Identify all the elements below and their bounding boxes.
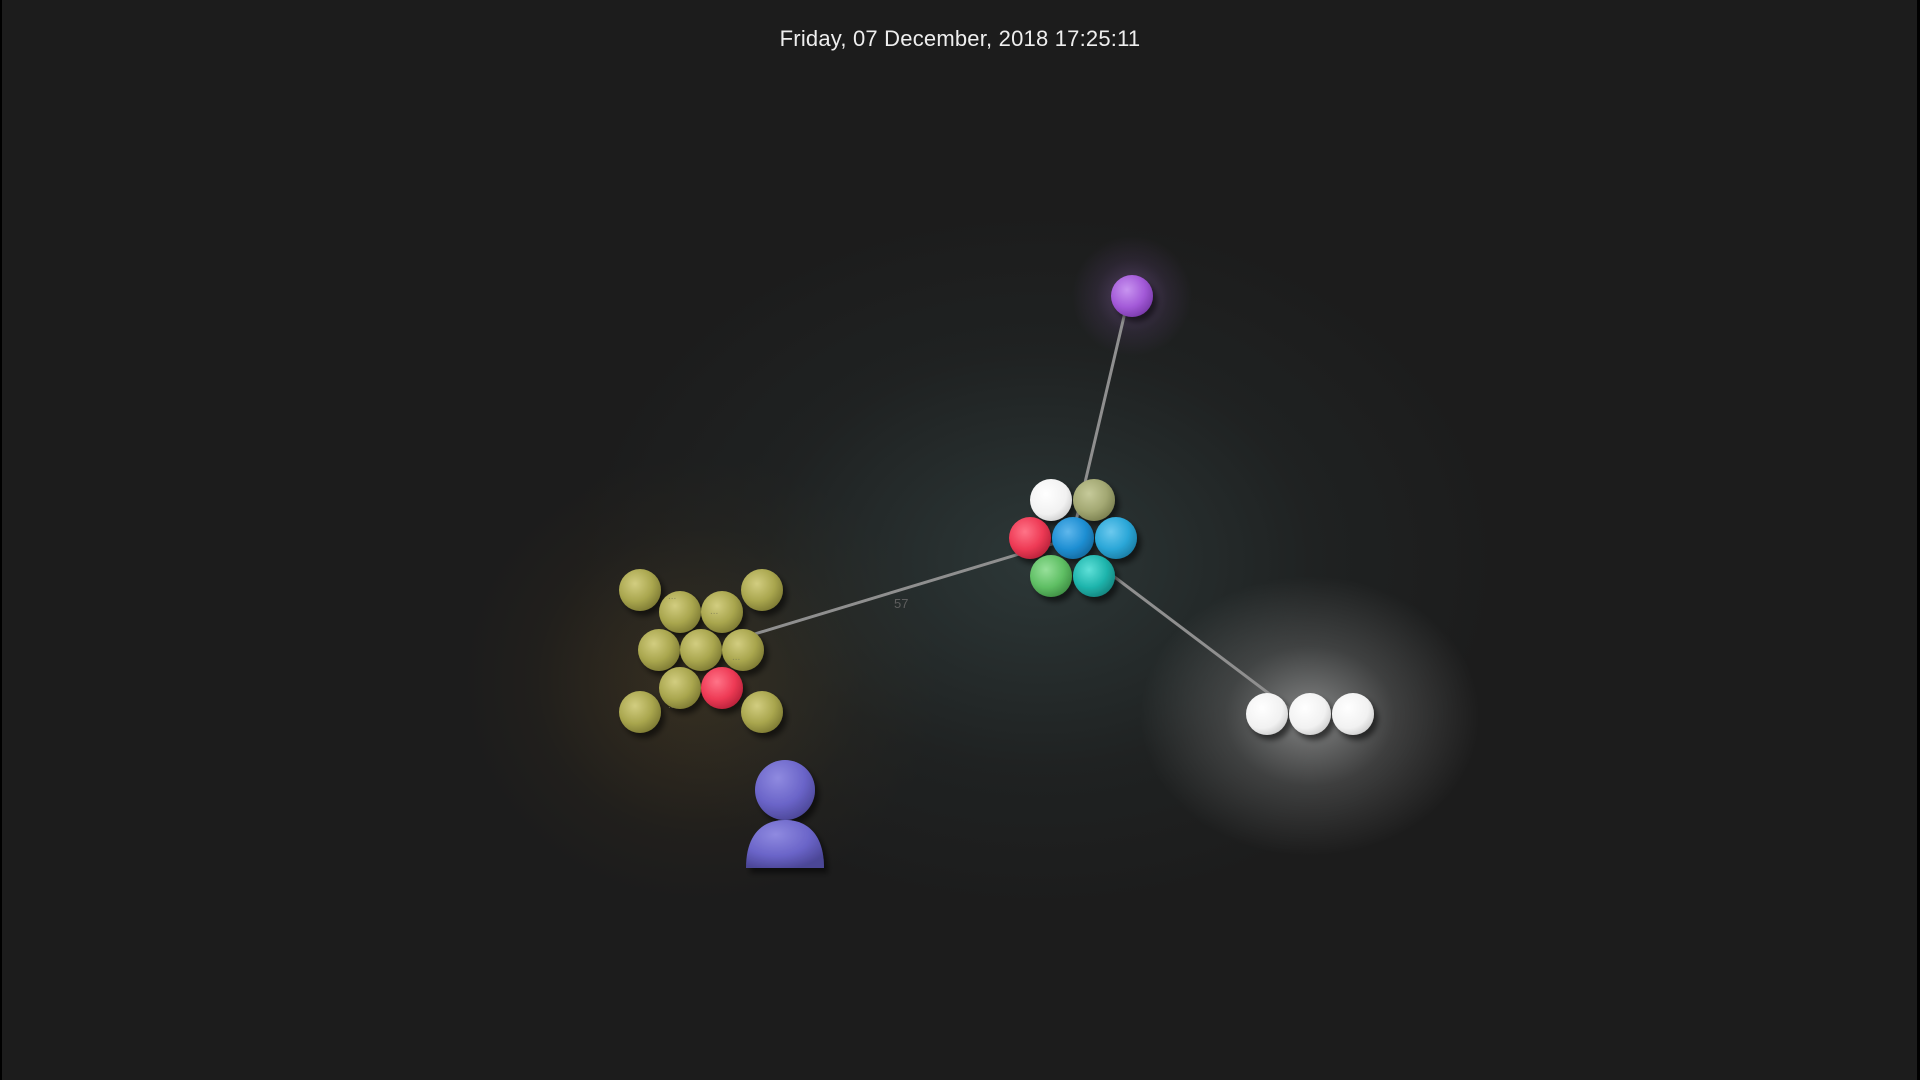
person-body bbox=[746, 820, 824, 868]
olive-node[interactable] bbox=[659, 667, 701, 709]
purple-node[interactable] bbox=[1111, 275, 1153, 317]
red-node[interactable] bbox=[701, 667, 743, 709]
olive-node[interactable] bbox=[701, 591, 743, 633]
olive-node[interactable] bbox=[619, 691, 661, 733]
hub-node-red[interactable] bbox=[1009, 517, 1051, 559]
olive-node[interactable] bbox=[659, 591, 701, 633]
olive-node[interactable] bbox=[741, 691, 783, 733]
person-icon[interactable] bbox=[746, 760, 824, 868]
network-visualization[interactable]: 57 ... ... ... ... bbox=[0, 0, 1920, 1080]
white-node-2[interactable] bbox=[1289, 693, 1331, 735]
hub-node-white[interactable] bbox=[1030, 479, 1072, 521]
node-label: ... bbox=[710, 606, 718, 617]
node-label: ... bbox=[668, 700, 676, 711]
person-head bbox=[755, 760, 815, 820]
node-label: ... bbox=[732, 652, 740, 663]
hub-node-teal[interactable] bbox=[1073, 555, 1115, 597]
olive-node[interactable] bbox=[619, 569, 661, 611]
edge-label: 57 bbox=[894, 596, 908, 611]
olive-node[interactable] bbox=[722, 629, 764, 671]
hub-node-sky[interactable] bbox=[1095, 517, 1137, 559]
hub-node-sage[interactable] bbox=[1073, 479, 1115, 521]
hub-node-green[interactable] bbox=[1030, 555, 1072, 597]
hub-node-blue[interactable] bbox=[1052, 517, 1094, 559]
olive-node[interactable] bbox=[741, 569, 783, 611]
olive-node[interactable] bbox=[680, 629, 722, 671]
white-node-group[interactable] bbox=[1246, 693, 1374, 735]
node-label: ... bbox=[668, 591, 676, 602]
olive-node[interactable] bbox=[638, 629, 680, 671]
graph-edges bbox=[746, 306, 1298, 716]
graph-canvas[interactable]: Friday, 07 December, 2018 17:25:11 57 ..… bbox=[0, 0, 1920, 1080]
olive-cluster[interactable] bbox=[619, 569, 783, 733]
white-node-1[interactable] bbox=[1246, 693, 1288, 735]
white-node-3[interactable] bbox=[1332, 693, 1374, 735]
